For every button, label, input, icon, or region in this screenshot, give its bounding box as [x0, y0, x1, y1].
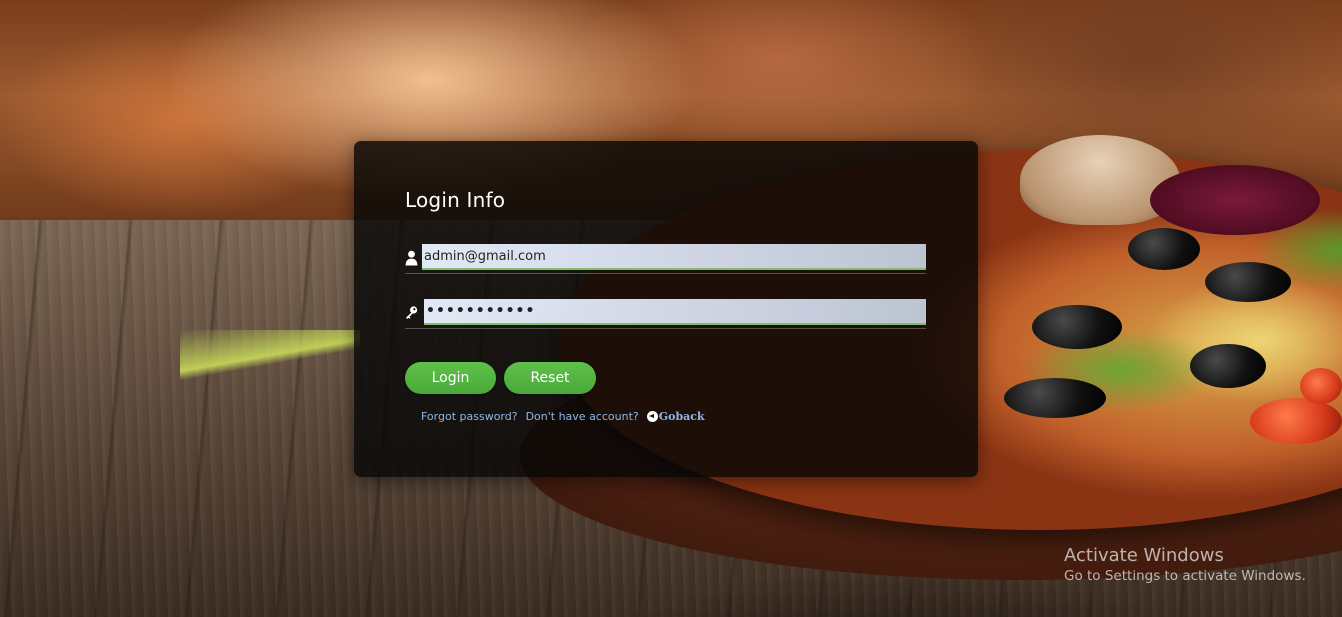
olive [1190, 344, 1266, 388]
email-field[interactable] [422, 244, 926, 270]
watermark-subtitle: Go to Settings to activate Windows. [1064, 568, 1306, 584]
panel-title: Login Info [405, 188, 506, 212]
user-icon [405, 250, 418, 266]
key-icon [406, 306, 418, 319]
olive [1205, 262, 1291, 302]
goback-label: Goback [658, 409, 705, 423]
reset-button[interactable]: Reset [504, 362, 596, 394]
forgot-password-link[interactable]: Forgot password? [421, 410, 518, 423]
olive [1032, 305, 1122, 349]
signup-link[interactable]: Don't have account? [526, 410, 639, 423]
email-field-row [405, 243, 926, 274]
login-panel: Login Info Login Reset Forgot password? … [354, 141, 978, 477]
windows-activation-watermark: Activate Windows Go to Settings to activ… [1064, 545, 1306, 584]
olive [1128, 228, 1200, 270]
olive [1004, 378, 1106, 418]
auth-links: Forgot password? Don't have account? Gob… [421, 408, 713, 424]
goback-link[interactable]: Goback [646, 409, 705, 423]
onion [1150, 165, 1320, 235]
login-button[interactable]: Login [405, 362, 496, 394]
tomato [1250, 398, 1342, 444]
watermark-title: Activate Windows [1064, 545, 1224, 566]
arrow-left-circle-icon [646, 410, 658, 422]
herb-garnish [180, 330, 360, 390]
password-field[interactable] [424, 299, 926, 325]
tomato [1300, 368, 1342, 404]
password-field-row [405, 298, 926, 329]
